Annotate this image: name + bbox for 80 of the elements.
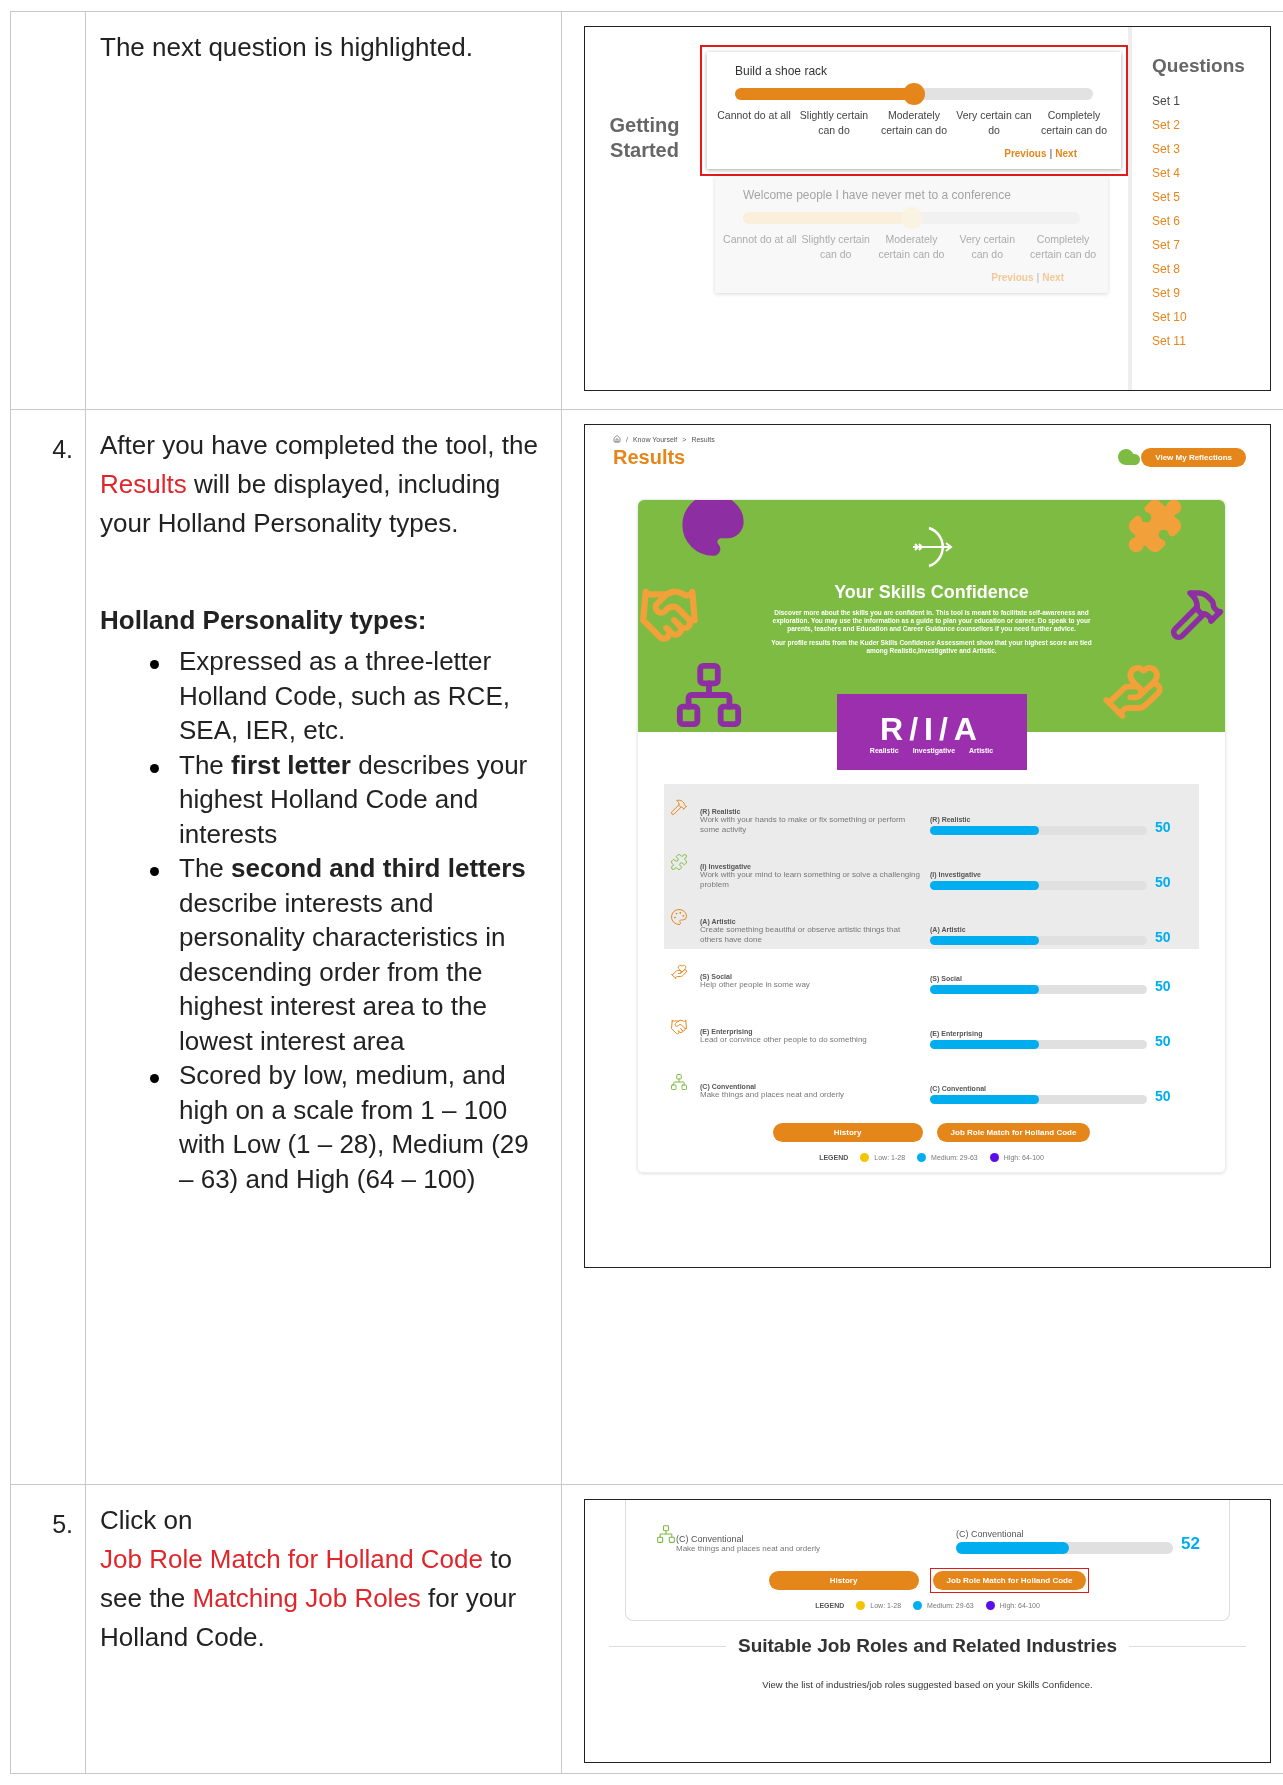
option-label: Cannot do at all (716, 108, 792, 123)
next-link[interactable]: Next (1042, 272, 1064, 283)
set-link[interactable]: Set 6 (1152, 209, 1270, 233)
previous-link[interactable]: Previous (1004, 148, 1047, 159)
score-value: 50 (1154, 1033, 1172, 1049)
score-value: 50 (1154, 874, 1172, 890)
option-label: Very certain can do (955, 108, 1033, 138)
category-description: Work with your hands to make or fix something or perform some activity (700, 815, 907, 835)
job-match-button[interactable]: Job Role Match for Holland Code (936, 1123, 1091, 1142)
category-description: Create something beautiful or observe artistic things that others have done (700, 925, 902, 945)
bar-label: (C) Conventional (956, 1529, 1025, 1539)
bullet-icon (150, 1074, 159, 1083)
section-heading: Holland Personality types: (100, 604, 428, 637)
step-number: 4. (52, 435, 73, 463)
sidebar-title: Questions (1152, 55, 1246, 77)
bullet-icon (150, 867, 159, 876)
score-value: 50 (1154, 819, 1172, 835)
option-label: Completely certain can do (1040, 108, 1108, 138)
set-link[interactable]: Set 3 (1152, 137, 1270, 161)
instruction-text: Click on Job Role Match for Holland Code to see the Matching Job Roles for your Holland Code. (100, 1504, 518, 1654)
separator: | (1036, 272, 1040, 283)
org-chart-icon (670, 1073, 688, 1091)
instruction-text: The next question is highlighted. (100, 31, 474, 64)
set-link[interactable]: Set 7 (1152, 233, 1270, 257)
job-match-button[interactable]: Job Role Match for Holland Code (932, 1571, 1087, 1590)
separator: | (1049, 148, 1053, 159)
question-text: Build a shoe rack (735, 64, 829, 78)
instruction-text: After you have completed the tool, the Results will be displayed, including your Holland Personality types. (100, 429, 539, 540)
holland-code: R/I/A (880, 710, 983, 747)
handshake-icon (670, 1018, 688, 1036)
category-description: Lead or convince other people to do something (700, 1035, 868, 1045)
option-label: Cannot do at all (723, 232, 797, 247)
set-link[interactable]: Set 1 (1152, 89, 1270, 113)
set-link[interactable]: Set 8 (1152, 257, 1270, 281)
org-chart-drawing (674, 660, 744, 730)
set-link[interactable]: Set 2 (1152, 113, 1270, 137)
set-link[interactable]: Set 4 (1152, 161, 1270, 185)
bullet-text: The second and third letters describe interests and personality characteristics in descending order from the highest interest area to the lowest interest area (179, 852, 527, 1058)
heart-hand-icon (670, 963, 688, 981)
category-description: Make things and places neat and orderly (700, 1090, 846, 1100)
bullet-text: Scored by low, medium, and high on a scale from 1 – 100 with Low (1 – 28), Medium (29 – 63) and High (64 – 100) (179, 1059, 530, 1196)
hammer-icon (670, 798, 688, 816)
bullet-icon (150, 763, 159, 773)
option-label: Very certain can do (958, 232, 1016, 262)
set-link[interactable]: Set 9 (1152, 281, 1270, 305)
history-button[interactable]: History (768, 1571, 919, 1590)
palette-icon (670, 908, 688, 926)
bullet-text: Expressed as a three-letter Holland Code, such as RCE, SEA, IER, etc. (179, 645, 511, 747)
section-description: View the list of industries/job roles suggested based on your Skills Confidence. (761, 1679, 1094, 1690)
option-label: Moderately certain can do (880, 108, 948, 138)
slider-thumb[interactable] (900, 207, 923, 229)
banner-title: Your Skills Confidence (834, 582, 1029, 603)
category-description: Work with your mind to learn something or solve a challenging problem (700, 870, 920, 890)
puzzle-icon (670, 853, 688, 871)
set-link[interactable]: Set 10 (1152, 305, 1270, 329)
step-number: 5. (52, 1510, 73, 1538)
set-link[interactable]: Set 11 (1152, 329, 1270, 353)
option-label: Moderately certain can do (877, 232, 946, 262)
option-label: Completely certain can do (1029, 232, 1098, 262)
page-title: Results (613, 445, 686, 469)
bullet-icon (150, 660, 159, 669)
section-heading: Suitable Job Roles and Related Industries (738, 1635, 1117, 1657)
org-chart-icon (656, 1524, 676, 1544)
score-value: 52 (1180, 1534, 1201, 1554)
home-icon[interactable] (613, 435, 621, 443)
slider-thumb[interactable] (903, 83, 925, 105)
reflections-button[interactable]: View My Reflections (1141, 447, 1246, 467)
section-title: Getting Started (608, 113, 681, 163)
option-label: Slightly certain can do (798, 108, 870, 138)
next-link[interactable]: Next (1055, 148, 1077, 159)
score-value: 50 (1154, 929, 1172, 945)
score-value: 50 (1154, 978, 1172, 994)
score-value: 50 (1154, 1088, 1172, 1104)
set-link[interactable]: Set 5 (1152, 185, 1270, 209)
previous-link[interactable]: Previous (991, 272, 1034, 283)
history-button[interactable]: History (772, 1123, 923, 1142)
option-label: Slightly certain can do (800, 232, 871, 262)
category-description: Make things and places neat and orderly (676, 1544, 822, 1554)
category-name: (C) Conventional (676, 1534, 745, 1544)
category-description: Help other people in some way (700, 980, 811, 990)
